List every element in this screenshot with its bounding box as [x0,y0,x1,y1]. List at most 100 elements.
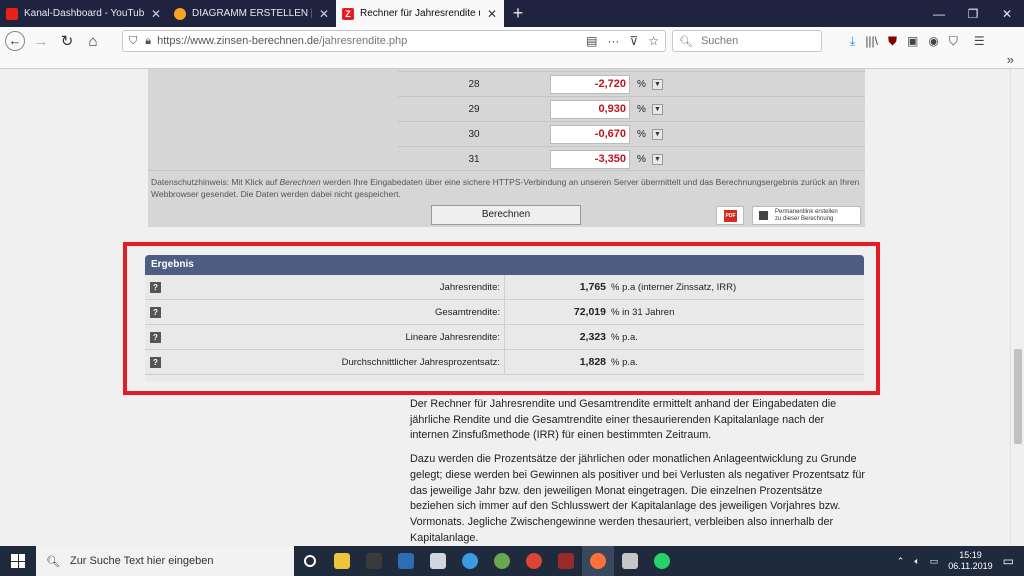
pdf-button[interactable]: PDF [716,206,744,225]
app-icon[interactable] [486,546,518,576]
help-icon[interactable]: ? [150,356,161,368]
close-icon[interactable]: ✕ [150,7,162,21]
restore-icon[interactable]: ❐ [956,0,990,27]
chevron-down-icon[interactable]: ▼ [651,78,663,90]
privacy-label: Datenschutzhinweis: [151,177,229,187]
chevron-down-icon[interactable]: ▼ [651,153,663,165]
year-number: 29 [468,103,480,115]
help-icon[interactable]: ? [150,331,161,343]
page-content: 28 -2,720 % ▼ 29 0,930 % ▼ 30 -0,670 % ▼… [0,69,1010,546]
sidebar-icon[interactable]: ▣ [907,34,918,48]
input-row: 30 -0,670 % ▼ [398,121,865,146]
percent-input[interactable]: -2,720 [550,74,630,94]
app-icon[interactable] [390,546,422,576]
network-icon[interactable]: ▭ [930,556,939,567]
chrome-icon[interactable] [518,546,550,576]
search-icon: 🔍︎ [46,555,60,568]
scrollbar-thumb[interactable] [1014,349,1022,444]
back-button[interactable]: ← [2,27,28,55]
close-window-icon[interactable]: ✕ [990,0,1024,27]
app-icon[interactable] [550,546,582,576]
help-icon[interactable]: ? [150,306,161,318]
percent-input[interactable]: -3,350 [550,149,630,169]
help-icon[interactable]: ? [150,281,161,293]
chevron-down-icon[interactable]: ▼ [651,103,663,115]
close-icon[interactable]: ✕ [486,7,498,21]
youtube-icon [6,7,18,20]
app-icon[interactable] [614,546,646,576]
result-label: Durchschnittlicher Jahresprozentsatz: [161,349,505,375]
more-icon[interactable]: ··· [607,34,619,48]
search-placeholder: Suchen [700,35,739,47]
tab-diagramm[interactable]: DIAGRAMM ERSTELLEN | Erzeu ✕ [168,0,336,27]
pocket-icon[interactable]: ⊽ [629,34,638,48]
result-box: Ergebnis ? Jahresrendite: 1,765 % p.a (i… [145,255,864,381]
url-host: https://www.zinsen-berechnen.de [157,35,320,47]
result-value: 72,019 [573,306,606,318]
result-label: Jahresrendite: [161,274,505,300]
clock[interactable]: 15:19 06.11.2019 [948,550,992,572]
task-view-icon[interactable] [294,546,326,576]
tab-rechner[interactable]: Z Rechner für Jahresrendite und G ✕ [336,0,504,27]
reload-button[interactable]: ↻ [54,27,80,55]
reader-view-icon[interactable]: ▤ [586,34,597,48]
percent-unit: % [637,153,646,165]
firefox-icon[interactable] [582,546,614,576]
file-explorer-icon[interactable] [326,546,358,576]
chevron-up-icon[interactable]: ⌃ [897,556,905,567]
input-table: 28 -2,720 % ▼ 29 0,930 % ▼ 30 -0,670 % ▼… [148,69,865,170]
home-icon[interactable]: ⌂ [80,27,106,55]
app-icon[interactable] [358,546,390,576]
result-unit: % p.a. [611,356,638,368]
url-bar[interactable]: ⛉ 🔒︎ https://www.zinsen-berechnen.de/jah… [122,30,666,52]
result-unit: % p.a. [611,331,638,343]
percent-unit: % [637,128,646,140]
clock-date: 06.11.2019 [948,561,993,571]
taskbar-search[interactable]: 🔍︎ Zur Suche Text hier eingeben [36,546,294,576]
library-icon[interactable]: |||\ [865,34,878,48]
menu-icon[interactable]: ☰ [974,34,985,48]
overflow-chevron-icon[interactable]: » [1007,52,1014,67]
tab-youtube[interactable]: Kanal-Dashboard - YouTube Stu ✕ [0,0,168,27]
input-row: 29 0,930 % ▼ [398,96,865,121]
privacy-notice: Datenschutzhinweis: Mit Klick auf Berech… [148,170,865,227]
minimize-icon[interactable]: — [922,0,956,27]
result-label: Gesamtrendite: [161,299,505,325]
bookmark-star-icon[interactable]: ☆ [648,34,659,48]
forward-button[interactable]: → [28,27,54,55]
account-icon[interactable]: ◉ [928,34,938,48]
scrollbar[interactable] [1010,69,1024,546]
privacy-text-em: Berechnen [279,177,321,187]
windows-logo-icon [11,554,25,568]
chevron-down-icon[interactable]: ▼ [651,128,663,140]
calculate-button[interactable]: Berechnen [431,205,581,225]
permalink-button[interactable]: Permanentlink erstellen zu dieser Berechn… [752,206,861,225]
result-unit: % p.a (interner Zinssatz, IRR) [611,281,737,293]
start-button[interactable] [0,546,36,576]
result-row: ? Durchschnittlicher Jahresprozentsatz: … [145,349,864,375]
year-number: 28 [468,78,480,90]
shield-icon: ⛉ [129,34,138,47]
toolbar-icons: ⤓ |||\ ⛊ ▣ ◉ ⛉ ☰ [850,27,985,55]
search-input[interactable]: 🔍︎ Suchen [672,30,822,52]
percent-input[interactable]: -0,670 [550,124,630,144]
app-icon[interactable] [454,546,486,576]
window-controls: — ❐ ✕ [922,0,1024,27]
chrome-icon [174,7,186,20]
speaker-icon[interactable]: 🔈︎ [914,556,919,567]
download-icon[interactable]: ⤓ [850,34,855,49]
whatsapp-icon[interactable] [646,546,678,576]
result-row: ? Gesamtrendite: 72,019 % in 31 Jahren [145,299,864,325]
bookmarks-bar: » [0,52,1024,69]
notification-icon[interactable]: ▭ [1003,554,1014,568]
permalink-line1: Permanentlink erstellen [775,209,838,215]
result-value: 2,323 [579,331,606,343]
extension-icon[interactable]: ⛉ [949,34,958,49]
result-row: ? Jahresrendite: 1,765 % p.a (interner Z… [145,274,864,300]
ublock-icon[interactable]: ⛊ [888,34,897,49]
calculator-icon[interactable] [422,546,454,576]
percent-input[interactable]: 0,930 [550,99,630,119]
percent-unit: % [637,103,646,115]
close-icon[interactable]: ✕ [318,7,330,21]
new-tab-button[interactable]: + [504,0,532,27]
